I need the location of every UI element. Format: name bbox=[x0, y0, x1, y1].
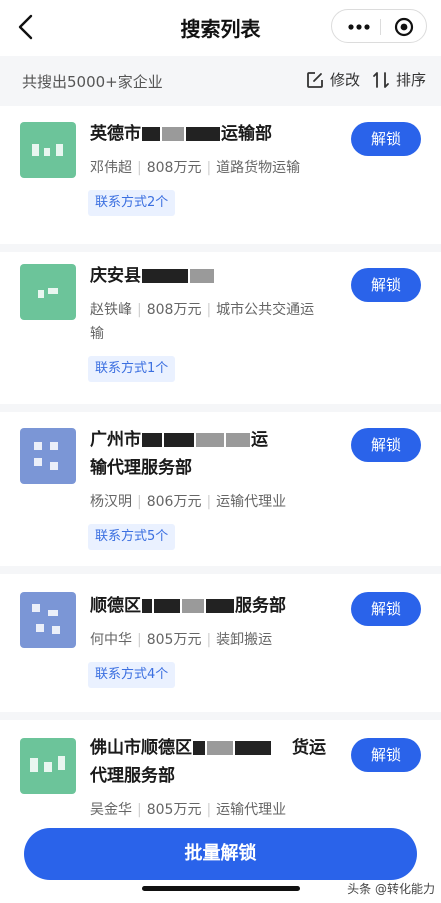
card-divider bbox=[0, 404, 441, 412]
contact-tag[interactable]: 联系方式4个 bbox=[88, 662, 176, 688]
capsule-divider bbox=[380, 19, 381, 35]
company-logo bbox=[20, 264, 76, 320]
home-indicator bbox=[142, 886, 300, 891]
edit-button[interactable]: 修改 bbox=[306, 69, 360, 90]
contact-tag[interactable]: 联系方式2个 bbox=[88, 190, 176, 216]
sort-label: 排序 bbox=[396, 71, 427, 89]
company-logo bbox=[20, 122, 76, 178]
company-card[interactable]: 庆安县 赵铁峰 | 808万元 | 城市公共交通运 输 联系方式1个 解锁 bbox=[0, 252, 441, 404]
card-divider bbox=[0, 712, 441, 720]
company-logo bbox=[20, 738, 76, 794]
company-meta: 吴金华 | 805万元 | 运输代理业 bbox=[90, 802, 287, 818]
contact-tag[interactable]: 联系方式5个 bbox=[88, 524, 176, 550]
company-name: 广州市运 bbox=[90, 430, 268, 450]
unlock-button[interactable]: 解锁 bbox=[351, 738, 421, 772]
unlock-button[interactable]: 解锁 bbox=[351, 428, 421, 462]
more-dots-icon[interactable] bbox=[348, 24, 370, 30]
edit-label: 修改 bbox=[330, 71, 361, 89]
result-summary-bar: 共搜出5000+家企业 修改 排序 bbox=[0, 56, 441, 106]
company-name-line2: 代理服务部 bbox=[90, 766, 175, 786]
watermark: 头条 @转化能力 bbox=[347, 882, 435, 896]
nav-bar: 搜索列表 bbox=[0, 0, 441, 56]
company-card[interactable]: 顺德区 服务部 何中华 | 805万元 | 装卸搬运 联系方式4个 解锁 bbox=[0, 574, 441, 712]
company-logo bbox=[20, 592, 76, 648]
company-card[interactable]: 佛山市顺德区 货运 代理服务部 吴金华 | 805万元 | 运输代理业 解锁 bbox=[0, 720, 441, 826]
sort-icon bbox=[373, 71, 389, 88]
company-meta: 何中华 | 805万元 | 装卸搬运 bbox=[90, 632, 273, 648]
unlock-button[interactable]: 解锁 bbox=[351, 592, 421, 626]
company-meta-wrap: 输 bbox=[90, 326, 104, 342]
card-divider bbox=[0, 244, 441, 252]
unlock-button[interactable]: 解锁 bbox=[351, 268, 421, 302]
company-name-line2: 输代理服务部 bbox=[90, 458, 192, 478]
company-name: 顺德区 服务部 bbox=[90, 596, 286, 616]
unlock-button[interactable]: 解锁 bbox=[351, 122, 421, 156]
result-count: 共搜出5000+家企业 bbox=[22, 73, 163, 91]
close-target-icon[interactable] bbox=[394, 17, 414, 37]
sort-button[interactable]: 排序 bbox=[372, 69, 426, 90]
batch-unlock-button[interactable]: 批量解锁 bbox=[24, 828, 417, 880]
contact-tag[interactable]: 联系方式1个 bbox=[88, 356, 176, 382]
company-meta: 杨汉明 | 806万元 | 运输代理业 bbox=[90, 494, 287, 510]
company-name: 英德市 运输部 bbox=[90, 124, 272, 144]
company-name: 佛山市顺德区 货运 bbox=[90, 738, 326, 758]
company-meta: 邓伟超 | 808万元 | 道路货物运输 bbox=[90, 160, 301, 176]
company-card[interactable]: 广州市运 输代理服务部 杨汉明 | 806万元 | 运输代理业 联系方式5个 解锁 bbox=[0, 412, 441, 566]
card-divider bbox=[0, 566, 441, 574]
company-meta: 赵铁峰 | 808万元 | 城市公共交通运 bbox=[90, 302, 315, 318]
mini-program-capsule bbox=[331, 9, 427, 43]
company-name: 庆安县 bbox=[90, 262, 215, 290]
company-card[interactable]: 英德市 运输部 邓伟超 | 808万元 | 道路货物运输 联系方式2个 解锁 bbox=[0, 106, 441, 244]
edit-icon bbox=[307, 71, 323, 88]
company-logo bbox=[20, 428, 76, 484]
